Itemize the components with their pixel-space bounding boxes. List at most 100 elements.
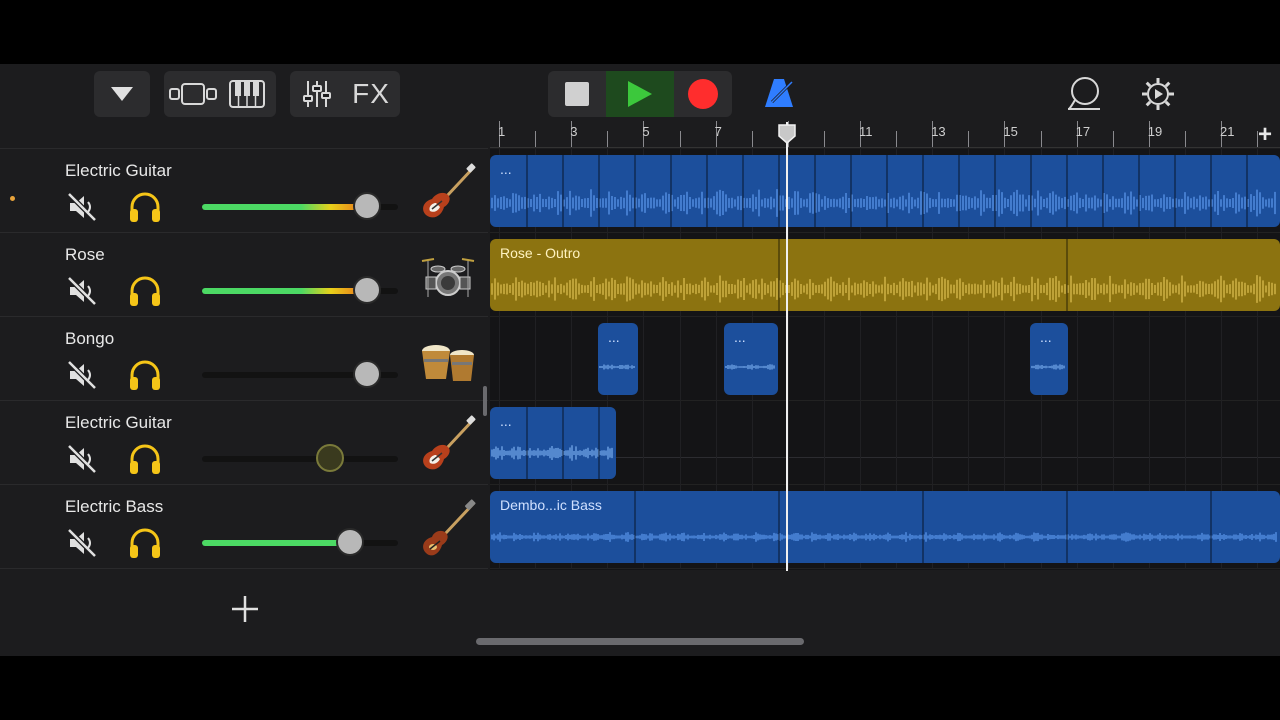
bar-ruler[interactable]: + 13579111315171921 (490, 121, 1280, 149)
mute-icon[interactable] (66, 443, 98, 475)
region-bongo[interactable]: ... (1030, 323, 1068, 395)
drum-kit-icon[interactable] (418, 247, 478, 307)
electric-bass-icon[interactable] (418, 499, 478, 559)
ruler-label: 3 (570, 124, 578, 139)
playhead-handle-icon[interactable] (777, 124, 797, 144)
volume-knob[interactable] (353, 276, 381, 304)
grid-line (1184, 317, 1186, 401)
record-button[interactable] (674, 71, 732, 117)
region-electric-guitar-1[interactable]: ... (490, 155, 1280, 227)
stop-button[interactable] (548, 71, 606, 117)
bongo-icon[interactable] (418, 331, 478, 391)
region-electric-bass[interactable]: Dembo...ic Bass (490, 491, 1280, 563)
volume-knob[interactable] (353, 192, 381, 220)
metronome-icon (765, 79, 794, 107)
record-icon (688, 79, 718, 109)
loop-boundary (778, 155, 780, 227)
track-header[interactable]: Rose (0, 233, 488, 317)
add-section-icon[interactable]: + (1258, 121, 1272, 149)
ruler-tick (1040, 131, 1042, 147)
volume-knob[interactable] (316, 444, 344, 472)
ruler-tick (1257, 131, 1259, 147)
volume-slider[interactable] (202, 360, 398, 388)
loop-boundary (1246, 155, 1248, 227)
volume-level-meter (202, 456, 330, 462)
grid-line (535, 317, 537, 401)
playhead[interactable] (786, 122, 788, 571)
track-name: Bongo (65, 329, 115, 348)
track-list-scroll-indicator[interactable] (483, 386, 487, 416)
region-electric-guitar-2[interactable]: ... (490, 407, 616, 479)
volume-slider[interactable] (202, 528, 398, 556)
region-rose-outro[interactable]: Rose - Outro (490, 239, 1280, 311)
volume-knob[interactable] (336, 528, 364, 556)
piano-keys-icon (229, 80, 265, 108)
loop-boundary (562, 155, 564, 227)
loop-boundary (562, 407, 564, 479)
settings-button[interactable] (1140, 76, 1180, 112)
loop-boundary (706, 155, 708, 227)
headphones-icon[interactable] (128, 275, 162, 307)
waveform (491, 189, 1276, 217)
fx-button[interactable]: FX (343, 71, 399, 117)
grid-line (643, 401, 645, 485)
ruler-tick (968, 131, 970, 147)
track-header[interactable]: Electric Guitar (0, 401, 488, 485)
loop-boundary (1210, 155, 1212, 227)
ruler-label: 7 (714, 124, 722, 139)
timeline-scrollbar[interactable] (476, 638, 804, 645)
volume-slider[interactable] (202, 444, 398, 472)
waveform (1031, 364, 1065, 370)
play-button[interactable] (606, 71, 674, 117)
ruler-tick (1184, 131, 1186, 147)
loop-boundary (1174, 155, 1176, 227)
grid-line (932, 317, 934, 401)
volume-level-meter (202, 372, 367, 378)
tracks-view-icon (169, 83, 217, 105)
grid-line (968, 317, 970, 401)
waveform (725, 364, 775, 370)
loop-boundary (1138, 155, 1140, 227)
tracks-view-button[interactable] (166, 71, 220, 117)
tracks-timeline[interactable]: ... Rose - Outro ... ... ... ... Dembo..… (490, 149, 1280, 570)
headphones-icon[interactable] (128, 527, 162, 559)
loop-boundary (850, 155, 852, 227)
add-track-icon[interactable] (230, 594, 260, 624)
mute-icon[interactable] (66, 527, 98, 559)
loop-boundary (670, 155, 672, 227)
volume-knob[interactable] (353, 360, 381, 388)
loop-boundary (814, 155, 816, 227)
mute-icon[interactable] (66, 359, 98, 391)
electric-guitar-icon[interactable] (418, 163, 478, 223)
loop-boundary (1066, 155, 1068, 227)
view-group (164, 71, 276, 117)
gear-icon (1142, 78, 1174, 110)
triangle-down-icon (111, 87, 133, 101)
ruler-tick (823, 131, 825, 147)
headphones-icon[interactable] (128, 359, 162, 391)
my-songs-button[interactable] (94, 71, 150, 117)
track-header[interactable]: Electric Guitar (0, 149, 488, 233)
grid-line (1076, 317, 1078, 401)
region-bongo[interactable]: ... (724, 323, 778, 395)
ruler-label: 5 (642, 124, 650, 139)
keyboard-button[interactable] (220, 71, 274, 117)
electric-guitar-icon[interactable] (418, 415, 478, 475)
headphones-icon[interactable] (128, 191, 162, 223)
headphones-icon[interactable] (128, 443, 162, 475)
track-name: Rose (65, 245, 105, 264)
mute-icon[interactable] (66, 275, 98, 307)
waveform (491, 532, 1277, 542)
volume-slider[interactable] (202, 276, 398, 304)
loop-browser-button[interactable] (1066, 76, 1106, 112)
region-bongo[interactable]: ... (598, 323, 638, 395)
volume-slider[interactable] (202, 192, 398, 220)
metronome-button[interactable] (762, 76, 802, 112)
track-header[interactable]: Electric Bass (0, 485, 488, 569)
ruler-tick (1112, 131, 1114, 147)
loop-boundary (1210, 491, 1212, 563)
ruler-tick (607, 131, 609, 147)
mixer-button[interactable] (291, 71, 343, 117)
mute-icon[interactable] (66, 191, 98, 223)
track-header[interactable]: Bongo (0, 317, 488, 401)
